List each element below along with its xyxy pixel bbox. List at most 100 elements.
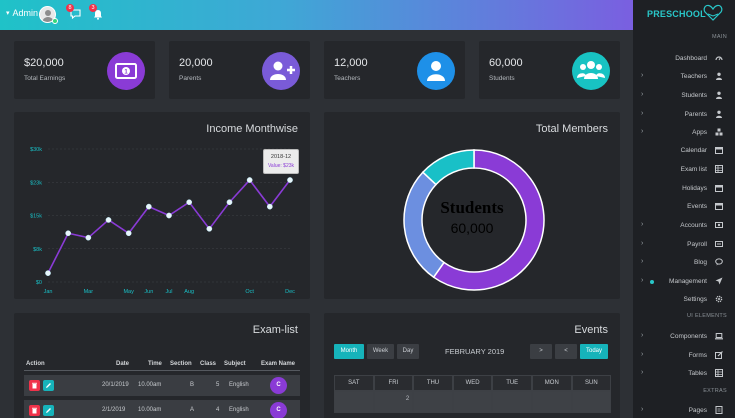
- sidebar-item-payroll[interactable]: › Payroll: [633, 236, 735, 254]
- edit-button[interactable]: [43, 380, 54, 391]
- messages-badge: 8: [66, 4, 74, 12]
- sidebar-item-blog[interactable]: › Blog: [633, 254, 735, 272]
- sidebar-item-teachers[interactable]: › Teachers: [633, 68, 735, 86]
- sidebar-item-label: Holidays: [682, 185, 707, 192]
- chevron-right-icon: ›: [641, 351, 644, 358]
- data-point[interactable]: [226, 199, 233, 206]
- data-point[interactable]: [145, 203, 152, 210]
- sidebar-item-parents[interactable]: › Parents: [633, 106, 735, 124]
- pencil-icon: [46, 408, 51, 413]
- exam-section: B: [190, 382, 195, 388]
- chevron-right-icon: ›: [641, 110, 644, 117]
- sidebar-item-holidays[interactable]: Holidays: [633, 180, 735, 198]
- notifications-badge: 3: [89, 4, 97, 12]
- donut-center-value: 60,000: [450, 220, 494, 236]
- x-tick-label: Jun: [144, 289, 153, 295]
- stat-card-total-earnings: $20,000 Total Earnings 1: [14, 41, 155, 99]
- edit-icon: [715, 351, 723, 359]
- calendar-day-cell[interactable]: [334, 391, 374, 413]
- x-tick-label: May: [123, 289, 134, 295]
- sidebar-item-label: Payroll: [687, 241, 707, 248]
- comment-icon: [715, 258, 723, 266]
- exam-time: 10.00am: [138, 382, 162, 388]
- next-month-button[interactable]: >: [530, 344, 552, 359]
- members-panel: Total Members Students 60,000: [324, 112, 620, 299]
- data-point[interactable]: [186, 199, 193, 206]
- weekday-header: THU: [413, 375, 453, 391]
- stat-card-students: 60,000 Students: [479, 41, 620, 99]
- data-point[interactable]: [287, 177, 293, 183]
- calendar-day-cell[interactable]: [571, 391, 612, 413]
- user-name: Admin: [12, 8, 39, 18]
- sidebar-item-label: Tables: [688, 370, 707, 377]
- exam-name-badge: C: [270, 402, 287, 418]
- sidebar-item-apps[interactable]: › Apps: [633, 124, 735, 142]
- x-tick-label: Dec: [285, 289, 295, 295]
- view-day-button[interactable]: Day: [397, 344, 419, 359]
- view-week-button[interactable]: Week: [367, 344, 394, 359]
- pages-icon: [715, 406, 723, 414]
- sidebar-item-components[interactable]: › Components: [633, 328, 735, 346]
- chevron-right-icon: ›: [641, 406, 644, 413]
- data-point[interactable]: [206, 225, 213, 232]
- stat-label: Parents: [179, 75, 202, 82]
- dashboard-icon: [715, 54, 723, 62]
- sidebar-item-students[interactable]: › Students: [633, 87, 735, 105]
- col-action: Action: [26, 361, 45, 367]
- data-point[interactable]: [166, 212, 172, 219]
- donut-slice[interactable]: [421, 149, 475, 186]
- calendar-day-cell[interactable]: [452, 391, 493, 413]
- gear-icon: [715, 295, 723, 303]
- data-point[interactable]: [85, 234, 92, 241]
- sidebar-item-events[interactable]: Events: [633, 198, 735, 216]
- sidebar-item-label: Forms: [688, 352, 707, 359]
- edit-button[interactable]: [43, 405, 54, 416]
- view-month-button[interactable]: Month: [334, 344, 364, 359]
- y-tick-label: $30k: [30, 147, 42, 153]
- calendar-day-cell[interactable]: [532, 391, 572, 413]
- chevron-right-icon: ›: [641, 72, 644, 79]
- data-point[interactable]: [105, 217, 112, 223]
- data-point[interactable]: [65, 230, 72, 237]
- calendar-icon: [715, 184, 723, 192]
- data-point[interactable]: [45, 270, 51, 276]
- delete-button[interactable]: [29, 380, 40, 391]
- tooltip-title: 2018-12: [270, 154, 292, 160]
- today-button[interactable]: Today: [580, 344, 608, 359]
- data-point[interactable]: [266, 203, 273, 210]
- exam-subject: English: [229, 407, 249, 413]
- col-class: Class: [200, 361, 217, 367]
- exam-subject: English: [229, 382, 249, 388]
- calendar-day-cell[interactable]: [492, 391, 532, 413]
- sidebar-item-calendar[interactable]: Calendar: [633, 142, 735, 160]
- calendar-day-cell[interactable]: [413, 391, 453, 413]
- calendar-day-cell[interactable]: 2: [373, 391, 414, 413]
- sidebar-item-tables[interactable]: › Tables: [633, 365, 735, 383]
- y-tick-label: $0: [36, 280, 42, 286]
- sidebar-item-accounts[interactable]: › Accounts: [633, 217, 735, 235]
- events-panel: Events Month Week Day FEBRUARY 2019 > < …: [324, 313, 620, 418]
- table-header-divider: [24, 370, 300, 371]
- calendar-icon: [715, 146, 723, 154]
- stat-value: $20,000: [24, 57, 64, 69]
- sidebar-item-exam-list[interactable]: Exam list: [633, 161, 735, 179]
- section-main: MAIN: [712, 34, 727, 40]
- table-row[interactable]: 2/1/2019 10.00am A 4 English C: [24, 400, 300, 418]
- delete-button[interactable]: [29, 405, 40, 416]
- events-title: Events: [574, 324, 608, 336]
- data-point[interactable]: [125, 230, 132, 237]
- sidebar-item-forms[interactable]: › Forms: [633, 347, 735, 365]
- table-row[interactable]: 20/1/2019 10.00am B 5 English C: [24, 375, 300, 396]
- prev-month-button[interactable]: <: [555, 344, 577, 359]
- sidebar-item-settings[interactable]: Settings: [633, 291, 735, 309]
- sidebar-item-dashboard[interactable]: Dashboard: [633, 50, 735, 68]
- sidebar-item-pages[interactable]: › Pages: [633, 402, 735, 418]
- x-tick-label: Jul: [165, 289, 172, 295]
- trash-icon: [32, 382, 37, 389]
- brand-name[interactable]: PRESCHOOL: [647, 9, 706, 19]
- user-menu[interactable]: ▾ Admin: [6, 8, 38, 18]
- user-plus-icon: [262, 52, 300, 90]
- sidebar-item-management[interactable]: › Management: [633, 273, 735, 291]
- income-line-chart: $0 $8k $15k $23k $30k Jan Mar May Jun Jul Aug Oct De…: [30, 147, 295, 295]
- data-point[interactable]: [246, 177, 253, 183]
